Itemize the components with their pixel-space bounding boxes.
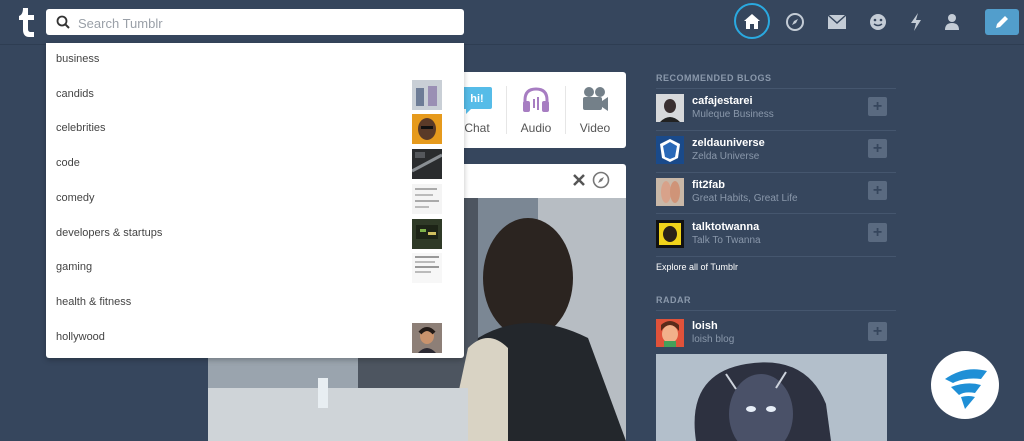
blog-title: Muleque Business bbox=[692, 109, 774, 120]
divider bbox=[656, 310, 896, 311]
blog-name[interactable]: loish bbox=[692, 320, 718, 332]
divider bbox=[656, 172, 896, 173]
video-camera-icon bbox=[583, 87, 608, 111]
recommended-blog-fit2fab[interactable]: fit2fab Great Habits, Great Life + bbox=[656, 174, 896, 214]
gaming-thumbnail bbox=[412, 253, 442, 283]
blog-title: Talk To Twanna bbox=[692, 235, 761, 246]
follow-button[interactable]: + bbox=[868, 139, 887, 158]
avatar[interactable] bbox=[656, 319, 684, 347]
divider bbox=[656, 213, 896, 214]
compose-post-button[interactable] bbox=[985, 9, 1019, 35]
suggestion-code[interactable]: code bbox=[46, 147, 464, 181]
svg-text:hi!: hi! bbox=[470, 93, 483, 105]
chat-icon: hi! bbox=[462, 87, 492, 114]
recommended-blog-cafajestarei[interactable]: cafajestarei Muleque Business + bbox=[656, 90, 896, 130]
brand-logo-icon bbox=[945, 369, 987, 409]
follow-button[interactable]: + bbox=[868, 97, 887, 116]
corner-logo-badge bbox=[931, 351, 999, 419]
home-icon[interactable] bbox=[738, 8, 766, 36]
explore-all-link[interactable]: Explore all of Tumblr bbox=[656, 262, 738, 272]
follow-button[interactable]: + bbox=[868, 223, 887, 242]
avatar[interactable] bbox=[656, 220, 684, 248]
suggestion-hollywood[interactable]: hollywood bbox=[46, 321, 464, 355]
recommended-blog-zeldauniverse[interactable]: zeldauniverse Zelda Universe + bbox=[656, 132, 896, 172]
recommended-blog-talktotwanna[interactable]: talktotwanna Talk To Twanna + bbox=[656, 216, 896, 256]
divider bbox=[656, 88, 896, 89]
suggestion-business[interactable]: business bbox=[46, 43, 464, 77]
suggestion-label: health & fitness bbox=[56, 296, 132, 308]
candids-thumbnail bbox=[412, 80, 442, 110]
divider bbox=[656, 130, 896, 131]
suggestion-label: candids bbox=[56, 88, 94, 100]
suggestion-label: hollywood bbox=[56, 331, 105, 343]
suggestion-label: business bbox=[56, 53, 100, 65]
suggestion-candids[interactable]: candids bbox=[46, 78, 464, 112]
celebrities-thumbnail bbox=[412, 114, 442, 144]
blog-name[interactable]: cafajestarei bbox=[692, 95, 753, 107]
suggestion-label: celebrities bbox=[56, 122, 106, 134]
suggestion-label: gaming bbox=[56, 261, 93, 273]
audio-post-button[interactable]: Audio bbox=[507, 72, 565, 148]
radar-post-image[interactable] bbox=[656, 354, 887, 441]
suggestion-celebrities[interactable]: celebrities bbox=[46, 112, 464, 146]
divider bbox=[656, 256, 896, 257]
follow-button[interactable]: + bbox=[868, 181, 887, 200]
comedy-thumbnail bbox=[412, 184, 442, 214]
blog-name[interactable]: zeldauniverse bbox=[692, 137, 765, 149]
blog-title: loish blog bbox=[692, 334, 735, 345]
pencil-icon bbox=[996, 16, 1008, 28]
inbox-mail-icon[interactable] bbox=[823, 8, 851, 36]
activity-lightning-icon[interactable] bbox=[902, 8, 930, 36]
video-post-button[interactable]: Video bbox=[566, 72, 624, 148]
suggestion-gaming[interactable]: gaming bbox=[46, 251, 464, 285]
blog-title: Great Habits, Great Life bbox=[692, 193, 798, 204]
recommended-blogs-heading: RECOMMENDED BLOGS bbox=[656, 73, 772, 83]
tumblr-logo-icon[interactable] bbox=[14, 6, 38, 38]
avatar[interactable] bbox=[656, 136, 684, 164]
blog-name[interactable]: talktotwanna bbox=[692, 221, 759, 233]
developers-thumbnail bbox=[412, 219, 442, 249]
suggestion-label: comedy bbox=[56, 192, 95, 204]
suggestion-health-fitness[interactable]: health & fitness bbox=[46, 286, 464, 320]
search-suggestions-dropdown: business candids celebrities code comedy… bbox=[46, 43, 464, 358]
audio-label: Audio bbox=[520, 121, 552, 135]
dismiss-close-icon[interactable] bbox=[572, 173, 586, 187]
compass-icon[interactable] bbox=[592, 171, 610, 189]
follow-button[interactable]: + bbox=[868, 322, 887, 341]
search-input[interactable] bbox=[76, 12, 450, 34]
explore-compass-icon[interactable] bbox=[781, 8, 809, 36]
code-thumbnail bbox=[412, 149, 442, 179]
blog-name[interactable]: fit2fab bbox=[692, 179, 725, 191]
suggestion-developers-startups[interactable]: developers & startups bbox=[46, 217, 464, 251]
video-label: Video bbox=[579, 121, 611, 135]
suggestion-label: developers & startups bbox=[56, 227, 163, 239]
radar-blog-loish[interactable]: loish loish blog + bbox=[656, 315, 896, 355]
hollywood-thumbnail bbox=[412, 323, 442, 353]
search-icon bbox=[56, 15, 70, 29]
avatar[interactable] bbox=[656, 94, 684, 122]
suggestion-comedy[interactable]: comedy bbox=[46, 182, 464, 216]
top-nav-bar bbox=[0, 0, 1024, 45]
search-box[interactable] bbox=[46, 9, 464, 35]
suggestion-label: code bbox=[56, 157, 80, 169]
account-person-icon[interactable] bbox=[938, 8, 966, 36]
avatar[interactable] bbox=[656, 178, 684, 206]
radar-heading: RADAR bbox=[656, 295, 691, 305]
messaging-smiley-icon[interactable] bbox=[864, 8, 892, 36]
headphones-icon bbox=[523, 87, 549, 112]
blog-title: Zelda Universe bbox=[692, 151, 760, 162]
